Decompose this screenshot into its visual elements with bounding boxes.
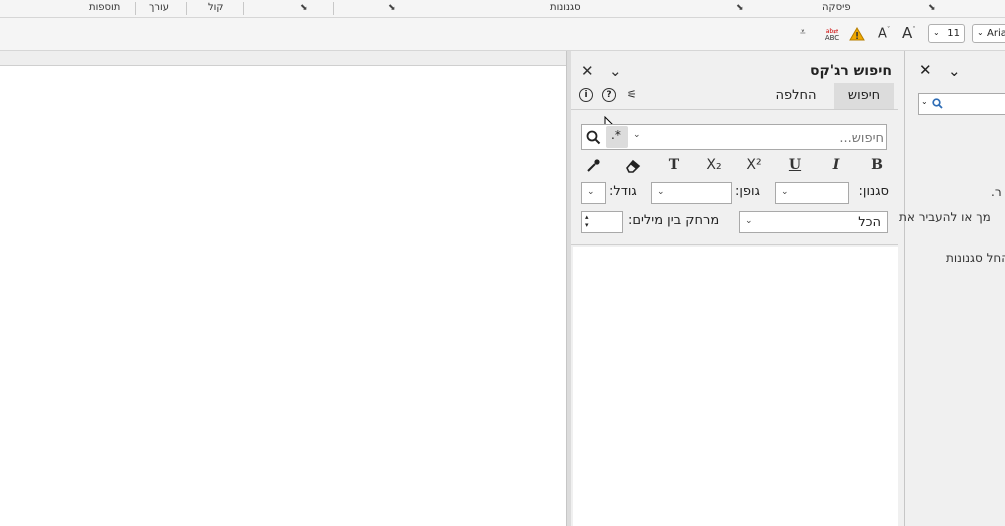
info-icon[interactable]: i xyxy=(579,88,593,102)
font-size-combo[interactable]: ⌄ 11 xyxy=(928,24,965,43)
chevron-down-icon: ⌄ xyxy=(657,187,665,197)
chevron-down-icon[interactable]: ⌄ xyxy=(948,62,961,80)
ribbon-group-addons[interactable]: תוספות xyxy=(89,2,120,13)
wand-icon[interactable]: ⚟ xyxy=(627,88,637,101)
dialog-launcher-icon[interactable]: ⬊ xyxy=(388,3,396,13)
style-label: סגנון: xyxy=(858,184,889,199)
ribbon-group-labels: תוספות עורך קול ⬊ ⬊ סגנונות ⬊ פיסקה ⬊ xyxy=(0,0,1005,18)
superscript-button[interactable]: X² xyxy=(744,157,764,173)
dialog-launcher-icon[interactable]: ⬊ xyxy=(736,3,744,13)
regex-search-pane: חיפוש רג'קס ⌄ ✕ חיפוש החלפה i ? ⚟ .* ⌄ T… xyxy=(571,51,898,526)
font-name-value: Aria xyxy=(987,28,1005,39)
font-combo[interactable]: ⌄ xyxy=(651,182,732,204)
chevron-down-icon: ⌄ xyxy=(745,216,753,226)
style-combo[interactable]: ⌄ xyxy=(775,182,849,204)
search-input[interactable] xyxy=(642,128,886,148)
search-icon[interactable] xyxy=(586,130,601,145)
ribbon-group-editor[interactable]: עורך xyxy=(149,2,169,13)
tab-replace[interactable]: החלפה xyxy=(766,83,826,109)
ribbon-group-paragraph[interactable]: פיסקה xyxy=(822,2,851,13)
dialog-launcher-icon[interactable]: ⬊ xyxy=(300,3,308,13)
font-size-value: 11 xyxy=(947,28,960,39)
chevron-down-icon: ⌄ xyxy=(921,97,928,106)
spellcheck-label: ABC xyxy=(824,34,840,42)
close-icon[interactable]: ✕ xyxy=(919,61,932,79)
ribbon-separator xyxy=(135,2,136,15)
eraser-icon[interactable] xyxy=(625,158,641,174)
styles-info-text: ר. xyxy=(991,185,1002,199)
chevron-down-icon[interactable]: ⌄ xyxy=(633,130,641,140)
regex-mode-toggle[interactable]: .* xyxy=(606,126,628,148)
ribbon-group-styles[interactable]: סגנונות xyxy=(550,2,581,13)
eyedropper-icon[interactable] xyxy=(585,158,601,174)
styles-info-text: מך או להעביר את xyxy=(899,210,991,224)
ribbon-separator xyxy=(333,2,334,15)
chevron-down-icon: ⌄ xyxy=(933,28,940,37)
underline-button[interactable]: U xyxy=(785,157,805,173)
subscript-button[interactable]: X₂ xyxy=(704,157,724,173)
shrink-font-label: A xyxy=(878,26,887,42)
search-results-area[interactable] xyxy=(573,247,898,526)
size-label: גודל: xyxy=(609,184,637,199)
styles-pane: ✕ ⌄ ⌄ ר. מך או להעביר את החל סגנונות xyxy=(899,51,1005,526)
grow-font-button[interactable]: Aˆ xyxy=(902,24,916,42)
font-name-combo[interactable]: ⌄ Aria xyxy=(972,24,1005,43)
regex-search-box: .* ⌄ xyxy=(581,124,887,150)
bold-button[interactable]: B xyxy=(867,157,887,173)
regex-asterisk-icon: .* xyxy=(611,128,621,142)
chevron-down-icon: ⌄ xyxy=(781,187,789,197)
more-options-icon[interactable]: ⩡ xyxy=(800,27,806,38)
scope-combo[interactable]: ⌄ הכל xyxy=(739,211,888,233)
spellcheck-button[interactable]: ab⇄ ABC xyxy=(823,28,841,42)
word-spacing-label: מרחק בין מילים: xyxy=(628,213,720,228)
formatting-toolbar: ⩡ ab⇄ ABC Aˇ Aˆ ⌄ 11 ⌄ Aria xyxy=(0,18,1005,51)
ribbon-separator xyxy=(186,2,187,15)
shrink-font-button[interactable]: Aˇ xyxy=(878,26,890,41)
warning-icon[interactable] xyxy=(849,27,865,41)
close-icon[interactable]: ✕ xyxy=(581,62,594,80)
document-canvas[interactable] xyxy=(0,51,566,526)
grow-font-label: A xyxy=(902,24,913,42)
spinner-arrows-icon[interactable]: ▴ ▾ xyxy=(585,213,589,229)
dialog-launcher-icon[interactable]: ⬊ xyxy=(928,3,936,13)
chevron-down-icon: ⌄ xyxy=(587,187,595,197)
chevron-down-icon[interactable]: ⌄ xyxy=(609,62,622,80)
font-label: גופן: xyxy=(735,184,760,199)
divider xyxy=(571,244,898,245)
tab-search[interactable]: חיפוש xyxy=(834,83,894,109)
search-icon xyxy=(932,98,943,109)
scope-value: הכל xyxy=(858,215,881,230)
help-icon[interactable]: ? xyxy=(602,88,616,102)
divider xyxy=(571,109,898,110)
size-combo[interactable]: ⌄ xyxy=(581,182,606,204)
document-ruler xyxy=(0,51,566,66)
styles-search-box[interactable]: ⌄ xyxy=(918,93,1005,115)
italic-button[interactable]: I xyxy=(826,157,846,173)
word-spacing-spinner[interactable]: ▴ ▾ xyxy=(581,211,623,233)
pane-title: חיפוש רג'קס xyxy=(809,63,892,79)
plain-text-button[interactable]: T xyxy=(664,157,684,173)
chevron-down-icon: ⌄ xyxy=(977,28,984,37)
ribbon-separator xyxy=(243,2,244,15)
apply-styles-link[interactable]: החל סגנונות xyxy=(946,251,1005,265)
ribbon-group-voice[interactable]: קול xyxy=(208,2,224,13)
